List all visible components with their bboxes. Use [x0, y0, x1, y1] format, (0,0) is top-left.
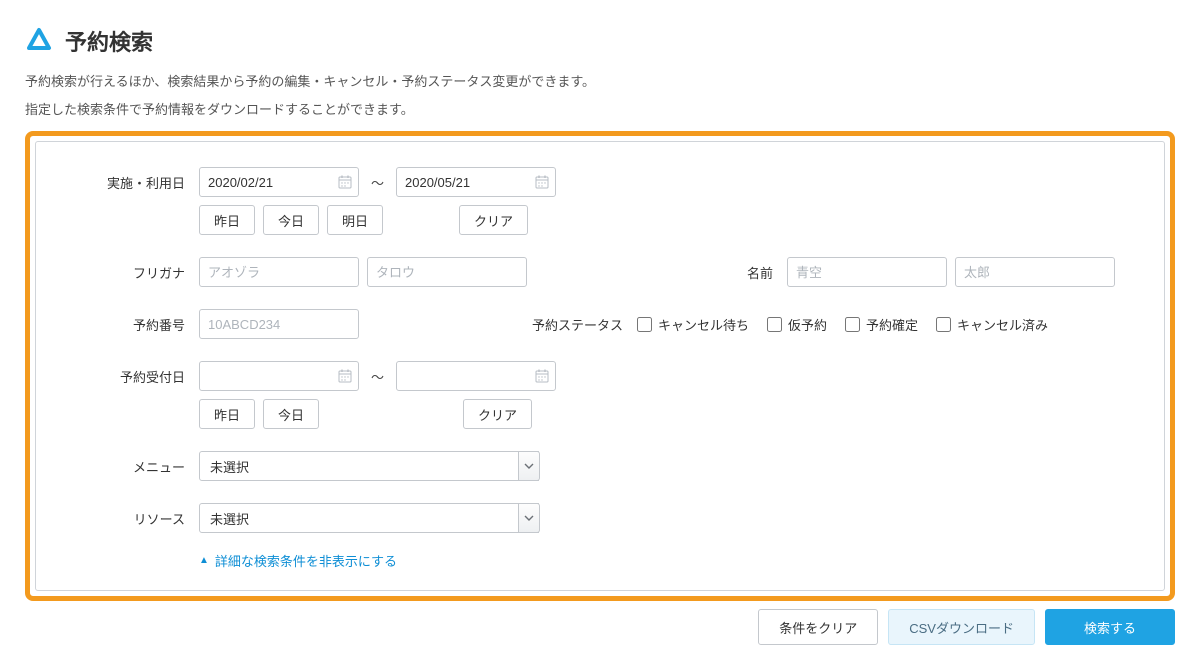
furigana-first-input[interactable] [367, 257, 527, 287]
recv-today-button[interactable]: 今日 [263, 399, 319, 429]
csv-download-button[interactable]: CSVダウンロード [888, 609, 1035, 645]
status-tentative-label: 仮予約 [788, 315, 827, 334]
recv-clear-button[interactable]: クリア [463, 399, 532, 429]
received-date-from-input[interactable] [199, 361, 359, 391]
label-name: 名前 [667, 263, 787, 282]
chevron-down-icon[interactable] [518, 451, 540, 481]
page-desc-1: 予約検索が行えるほか、検索結果から予約の編集・キャンセル・予約ステータス変更がで… [25, 71, 1175, 93]
label-usage-date: 実施・利用日 [64, 173, 199, 192]
label-reservation-number: 予約番号 [64, 315, 199, 334]
checkbox-icon[interactable] [936, 317, 951, 332]
recv-yesterday-button[interactable]: 昨日 [199, 399, 255, 429]
tilde: 〜 [367, 367, 388, 386]
name-first-input[interactable] [955, 257, 1115, 287]
page-title: 予約検索 [65, 25, 153, 57]
tilde: 〜 [367, 173, 388, 192]
toggle-advanced-label: 詳細な検索条件を非表示にする [215, 551, 397, 570]
yesterday-button[interactable]: 昨日 [199, 205, 255, 235]
page-desc-2: 指定した検索条件で予約情報をダウンロードすることができます。 [25, 99, 1175, 121]
status-waitlist-label: キャンセル待ち [658, 315, 749, 334]
status-confirmed-checkbox[interactable]: 予約確定 [845, 315, 918, 334]
highlight-frame: 実施・利用日 〜 昨日 今日 明日 クリア [25, 131, 1175, 601]
status-confirmed-label: 予約確定 [866, 315, 918, 334]
usage-date-to-input[interactable] [396, 167, 556, 197]
checkbox-icon[interactable] [845, 317, 860, 332]
reservation-number-input[interactable] [199, 309, 359, 339]
usage-date-from-input[interactable] [199, 167, 359, 197]
menu-select-value: 未選択 [199, 451, 539, 481]
checkbox-icon[interactable] [767, 317, 782, 332]
status-cancelled-label: キャンセル済み [957, 315, 1048, 334]
received-date-to-input[interactable] [396, 361, 556, 391]
label-furigana: フリガナ [64, 263, 199, 282]
label-received-date: 予約受付日 [64, 367, 199, 386]
search-form-card: 実施・利用日 〜 昨日 今日 明日 クリア [35, 141, 1165, 591]
clear-conditions-button[interactable]: 条件をクリア [758, 609, 878, 645]
status-waitlist-checkbox[interactable]: キャンセル待ち [637, 315, 749, 334]
footer-actions: 条件をクリア CSVダウンロード 検索する [25, 609, 1175, 645]
furigana-last-input[interactable] [199, 257, 359, 287]
resource-select-value: 未選択 [199, 503, 539, 533]
status-tentative-checkbox[interactable]: 仮予約 [767, 315, 827, 334]
status-cancelled-checkbox[interactable]: キャンセル済み [936, 315, 1048, 334]
label-resource: リソース [64, 509, 199, 528]
menu-select[interactable]: 未選択 [199, 451, 539, 481]
usage-date-clear-button[interactable]: クリア [459, 205, 528, 235]
today-button[interactable]: 今日 [263, 205, 319, 235]
logo-icon [25, 27, 53, 56]
label-status: 予約ステータス [527, 315, 637, 334]
triangle-up-icon: ▲ [199, 555, 209, 566]
tomorrow-button[interactable]: 明日 [327, 205, 383, 235]
chevron-down-icon[interactable] [518, 503, 540, 533]
search-button[interactable]: 検索する [1045, 609, 1175, 645]
page-title-row: 予約検索 [25, 25, 1175, 57]
toggle-advanced-link[interactable]: ▲ 詳細な検索条件を非表示にする [199, 551, 1136, 570]
label-menu: メニュー [64, 457, 199, 476]
resource-select[interactable]: 未選択 [199, 503, 539, 533]
name-last-input[interactable] [787, 257, 947, 287]
checkbox-icon[interactable] [637, 317, 652, 332]
